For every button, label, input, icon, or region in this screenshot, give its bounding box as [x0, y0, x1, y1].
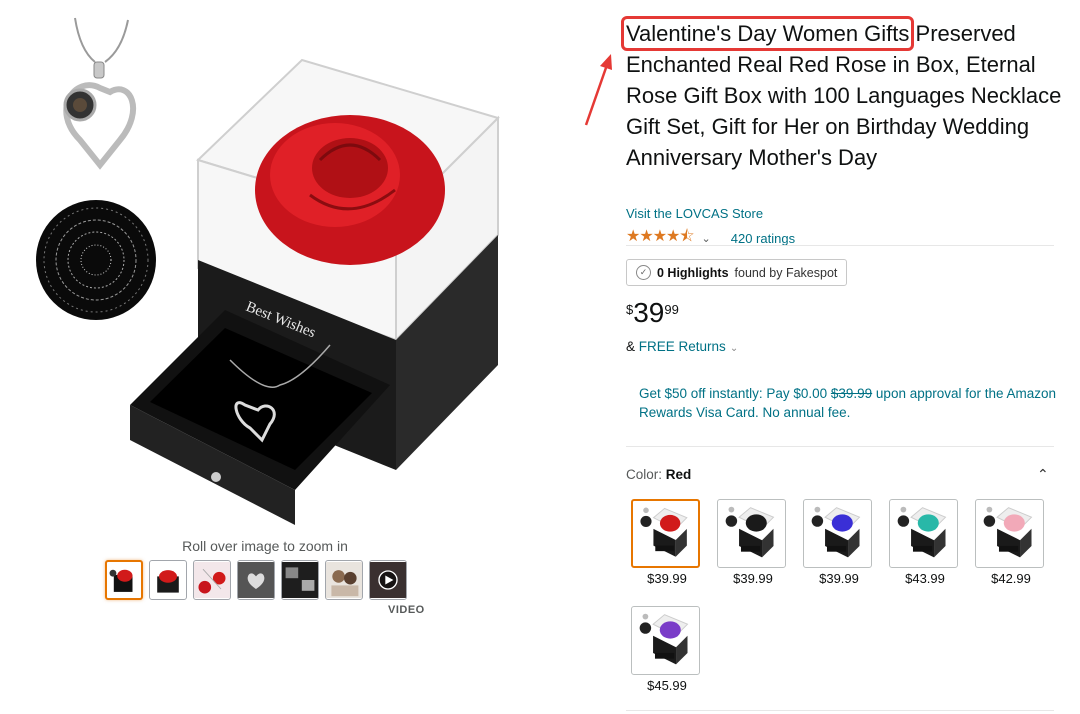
- color-swatch-image[interactable]: [803, 499, 872, 568]
- zoom-hint: Roll over image to zoom in: [182, 538, 348, 554]
- video-thumbnail[interactable]: [369, 560, 407, 600]
- price-symbol: $: [626, 302, 634, 317]
- price-whole: 39: [633, 297, 665, 328]
- thumbnail-2[interactable]: [149, 560, 187, 600]
- color-swatch-5[interactable]: $42.99: [975, 499, 1047, 586]
- color-swatch-2[interactable]: $39.99: [717, 499, 789, 586]
- returns-row: & FREE Returns ⌄: [626, 339, 738, 354]
- divider: [626, 710, 1054, 711]
- projection-disc-image: [36, 200, 156, 320]
- store-link[interactable]: Visit the LOVCAS Store: [626, 206, 763, 221]
- chevron-up-icon[interactable]: ⌃: [1037, 466, 1049, 483]
- color-swatch-image[interactable]: [717, 499, 786, 568]
- check-circle-icon: ✓: [636, 265, 651, 280]
- free-returns-link[interactable]: FREE Returns: [639, 339, 726, 354]
- necklace-pendant-image: [63, 17, 137, 170]
- thumbnail-5[interactable]: [281, 560, 319, 600]
- fakespot-highlights-button[interactable]: ✓ 0 Highlights found by Fakespot: [626, 259, 848, 286]
- main-product-image[interactable]: Best Wishes: [20, 0, 580, 535]
- chevron-down-icon[interactable]: ⌄: [702, 232, 711, 245]
- title-highlighted-keywords: Valentine's Day Women Gifts: [620, 16, 915, 51]
- color-swatch-1[interactable]: $39.99: [631, 499, 703, 586]
- ratings-count-link[interactable]: 420 ratings: [731, 231, 795, 246]
- color-swatch-4[interactable]: $43.99: [889, 499, 961, 586]
- returns-prefix: &: [626, 339, 636, 354]
- divider: [626, 446, 1054, 447]
- color-swatch-image[interactable]: [889, 499, 958, 568]
- annotation-arrow-icon: [584, 54, 612, 126]
- promo-strike-price: $39.99: [830, 386, 873, 401]
- promo-text-before: Get $50 off instantly: Pay $0.00: [639, 386, 831, 401]
- price-fraction: 99: [664, 302, 679, 317]
- product-title: Valentine's Day Women Gifts Preserved En…: [620, 16, 1066, 173]
- color-swatch-price: $39.99: [819, 571, 859, 586]
- thumbnail-4[interactable]: [237, 560, 275, 600]
- selected-color-value: Red: [665, 467, 692, 482]
- color-label: Color: Red: [626, 467, 691, 482]
- color-swatch-price: $39.99: [647, 571, 687, 586]
- star-rating-icon[interactable]: ★★★★⯪: [626, 225, 695, 252]
- chevron-down-icon[interactable]: ⌄: [730, 343, 738, 354]
- rating-row: ★★★★⯪ ⌄ 420 ratings: [626, 225, 795, 252]
- rose-gift-box-image: Best Wishes: [130, 58, 500, 525]
- color-swatch-3[interactable]: $39.99: [803, 499, 875, 586]
- color-swatch-image[interactable]: [631, 606, 700, 675]
- thumbnail-1[interactable]: [105, 560, 143, 600]
- thumbnail-3[interactable]: [193, 560, 231, 600]
- color-swatch-price: $45.99: [647, 678, 687, 693]
- color-label-text: Color:: [626, 467, 663, 482]
- color-swatch-6[interactable]: $45.99: [631, 606, 703, 693]
- color-swatch-image[interactable]: [631, 499, 700, 568]
- thumbnail-strip: [105, 560, 407, 600]
- video-label: VIDEO: [388, 604, 425, 616]
- thumbnail-6[interactable]: [325, 560, 363, 600]
- fakespot-count: 0 Highlights: [657, 265, 729, 280]
- color-swatch-image[interactable]: [975, 499, 1044, 568]
- visa-promo-link[interactable]: Get $50 off instantly: Pay $0.00 $39.99 …: [639, 384, 1059, 422]
- color-swatch-price: $43.99: [905, 571, 945, 586]
- fakespot-suffix: found by Fakespot: [734, 265, 838, 280]
- color-swatch-price: $42.99: [991, 571, 1031, 586]
- divider: [626, 245, 1054, 246]
- price: $ 39 99: [626, 298, 679, 328]
- color-swatch-price: $39.99: [733, 571, 773, 586]
